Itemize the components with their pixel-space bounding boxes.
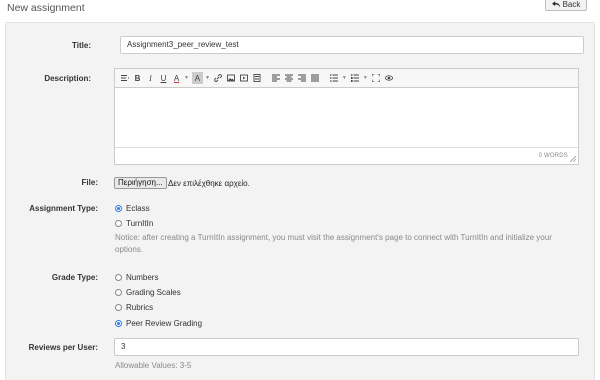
allowable-values-hint: Allowable Values: 3-5 [115, 361, 192, 370]
fullscreen-icon[interactable] [371, 72, 382, 84]
justify-icon[interactable] [310, 72, 321, 84]
chevron-down-icon[interactable]: ▼ [342, 75, 347, 81]
chevron-down-icon[interactable]: ▼ [184, 75, 189, 81]
link-icon[interactable] [213, 72, 224, 84]
assignment-type-option-turnitin[interactable]: TurnItIn [115, 219, 153, 228]
file-browse-button[interactable]: Περιήγηση... [114, 177, 167, 189]
page-title: New assignment [7, 2, 85, 14]
file-label: File: [81, 178, 98, 187]
paragraph-format-icon[interactable] [119, 72, 130, 84]
back-button[interactable]: Back [545, 0, 587, 11]
grade-type-label: Grade Type: [51, 273, 98, 282]
grade-type-option-rubrics[interactable]: Rubrics [115, 303, 153, 312]
option-label: Grading Scales [126, 288, 181, 297]
reviews-per-user-input[interactable]: 3 [114, 338, 579, 356]
description-label: Description: [44, 74, 91, 83]
media-icon[interactable] [239, 72, 250, 84]
radio-unselected[interactable] [115, 304, 122, 311]
grade-type-option-grading-scales[interactable]: Grading Scales [115, 288, 181, 297]
back-button-label: Back [562, 0, 581, 9]
title-input[interactable]: Assignment3_peer_review_test [120, 36, 584, 54]
radio-unselected[interactable] [115, 220, 122, 227]
assignment-type-option-eclass[interactable]: Eclass [115, 204, 150, 213]
editor-toolbar: B I U A ▼ A ▼ ▼ ▼ [115, 69, 578, 88]
option-label: Peer Review Grading [126, 319, 203, 328]
bold-button[interactable]: B [132, 72, 143, 84]
chevron-down-icon[interactable]: ▼ [205, 75, 210, 81]
turnitin-notice: Notice: after creating a TurnItIn assign… [115, 233, 552, 254]
font-color-button[interactable]: A [171, 72, 182, 84]
template-icon[interactable] [252, 72, 263, 84]
align-left-icon[interactable] [271, 72, 282, 84]
back-arrow-icon [551, 0, 560, 8]
background-color-button[interactable]: A [191, 72, 203, 84]
italic-button[interactable]: I [145, 72, 156, 84]
bullet-list-icon[interactable] [329, 72, 340, 84]
align-center-icon[interactable] [284, 72, 295, 84]
assignment-type-label: Assignment Type: [29, 204, 98, 213]
radio-selected[interactable] [115, 320, 122, 327]
align-right-icon[interactable] [297, 72, 308, 84]
word-count: 0 WORDS [538, 153, 568, 159]
reviews-per-user-label: Reviews per User: [28, 343, 98, 352]
numbered-list-icon[interactable] [350, 72, 361, 84]
option-label: Eclass [126, 204, 150, 213]
option-label: TurnItIn [126, 219, 154, 228]
grade-type-option-peer-review[interactable]: Peer Review Grading [115, 319, 202, 328]
radio-selected[interactable] [115, 205, 122, 212]
option-label: Numbers [126, 273, 159, 282]
grade-type-option-numbers[interactable]: Numbers [115, 273, 158, 282]
editor-statusbar: 0 WORDS [115, 147, 578, 164]
option-label: Rubrics [126, 303, 154, 312]
resize-handle-icon[interactable] [570, 156, 576, 162]
radio-unselected[interactable] [115, 289, 122, 296]
image-icon[interactable] [226, 72, 237, 84]
radio-unselected[interactable] [115, 274, 122, 281]
description-editor[interactable]: B I U A ▼ A ▼ ▼ ▼ 0 WORDS [114, 68, 579, 165]
title-label: Title: [72, 41, 91, 50]
file-status-text: Δεν επιλέχθηκε αρχείο. [168, 179, 250, 188]
chevron-down-icon[interactable]: ▼ [363, 75, 368, 81]
underline-button[interactable]: U [158, 72, 169, 84]
preview-icon[interactable] [384, 72, 395, 84]
